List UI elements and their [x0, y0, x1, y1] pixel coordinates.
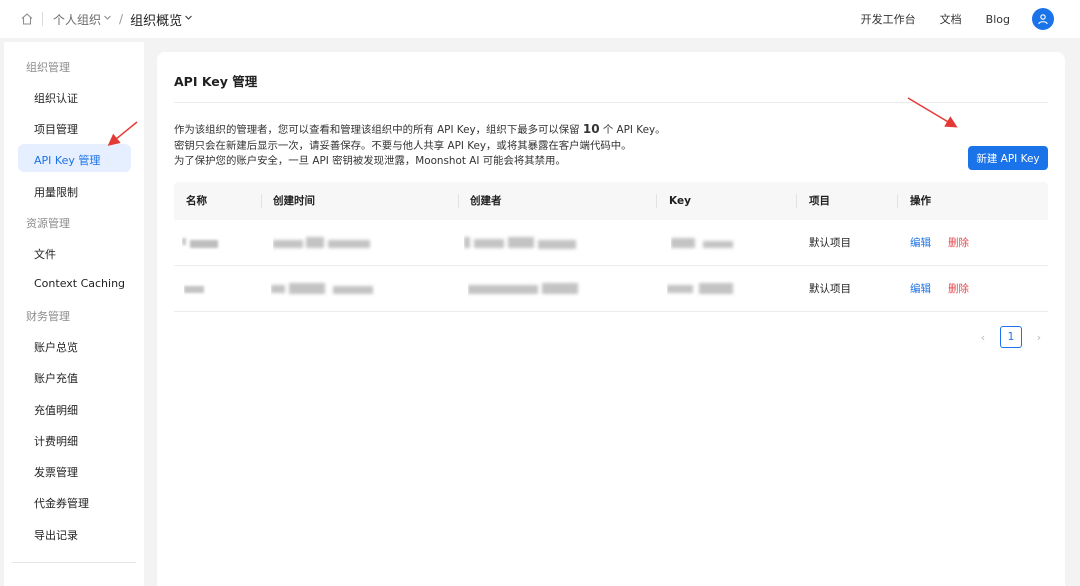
avatar[interactable] — [1032, 8, 1054, 30]
sidebar: 组织管理 组织认证 项目管理 API Key 管理 用量限制 资源管理 文件 C… — [4, 42, 144, 586]
column-header-creator: 创建者 — [470, 195, 502, 207]
sidebar-section-resources: 资源管理 — [26, 217, 70, 230]
column-header-actions: 操作 — [910, 195, 931, 207]
sidebar-item-projects[interactable]: 项目管理 — [34, 121, 78, 137]
column-header-name: 名称 — [186, 195, 207, 207]
sidebar-item-usage-limits[interactable]: 用量限制 — [34, 184, 78, 200]
table-header: 名称 创建时间 创建者 Key 项目 操作 — [174, 182, 1048, 220]
description-line-3: 为了保护您的账户安全，一旦 API 密钥被发现泄露，Moonshot AI 可能… — [174, 155, 566, 167]
redacted-creator — [468, 266, 583, 312]
table-row: 默认项目 编辑 删除 — [174, 220, 1048, 266]
column-divider — [897, 194, 898, 208]
title-divider — [174, 102, 1048, 103]
sidebar-item-context-caching[interactable]: Context Caching — [34, 277, 125, 290]
sidebar-section-finance: 财务管理 — [26, 310, 70, 323]
page-number-current[interactable]: 1 — [1000, 326, 1022, 348]
top-bar: 个人组织 / 组织概览 开发工作台 文档 Blog — [0, 0, 1080, 38]
description-line-2: 密钥只会在新建后显示一次，请妥善保存。不要与他人共享 API Key，或将其暴露… — [174, 139, 632, 152]
nav-link-console[interactable]: 开发工作台 — [861, 11, 916, 27]
sidebar-item-export-records[interactable]: 导出记录 — [34, 527, 78, 543]
breadcrumb-org-selector[interactable]: 个人组织 — [53, 11, 112, 28]
top-nav: 开发工作台 文档 Blog — [837, 0, 1054, 38]
sidebar-divider — [12, 562, 136, 563]
column-divider — [458, 194, 459, 208]
sidebar-item-recharge-details[interactable]: 充值明细 — [34, 402, 78, 418]
breadcrumb-page-selector[interactable]: 组织概览 — [130, 10, 193, 29]
chevron-down-icon — [103, 13, 112, 25]
new-api-key-button[interactable]: 新建 API Key — [968, 146, 1048, 170]
page-title: API Key 管理 — [174, 74, 258, 89]
breadcrumb-org-label: 个人组织 — [53, 12, 102, 27]
delete-link[interactable]: 删除 — [948, 266, 969, 312]
breadcrumb-divider — [42, 12, 43, 26]
breadcrumb-page-label: 组织概览 — [130, 13, 183, 29]
delete-link[interactable]: 删除 — [948, 220, 969, 266]
api-key-table: 名称 创建时间 创建者 Key 项目 操作 默认项目 编辑 删除 默认项目 编辑… — [174, 182, 1048, 312]
sidebar-item-recharge[interactable]: 账户充值 — [34, 370, 78, 386]
project-cell: 默认项目 — [809, 283, 851, 295]
home-icon[interactable] — [20, 12, 34, 26]
table-row: 默认项目 编辑 删除 — [174, 266, 1048, 312]
column-divider — [261, 194, 262, 208]
project-cell: 默认项目 — [809, 237, 851, 249]
description: 作为该组织的管理者，您可以查看和管理该组织中的所有 API Key，组织下最多可… — [174, 122, 666, 170]
sidebar-item-files[interactable]: 文件 — [34, 246, 56, 262]
redacted-key — [667, 266, 743, 312]
redacted-name — [182, 220, 222, 266]
breadcrumb-slash: / — [119, 12, 124, 26]
column-divider — [796, 194, 797, 208]
description-line-1: 作为该组织的管理者，您可以查看和管理该组织中的所有 API Key，组织下最多可… — [174, 122, 666, 136]
edit-link[interactable]: 编辑 — [910, 266, 931, 312]
sidebar-section-org: 组织管理 — [26, 61, 70, 74]
pagination: ‹ 1 › — [972, 326, 1050, 348]
sidebar-item-api-keys[interactable]: API Key 管理 — [34, 152, 100, 168]
redacted-key — [671, 220, 741, 266]
prev-page-button[interactable]: ‹ — [972, 331, 994, 344]
user-icon — [1038, 14, 1048, 25]
column-header-key: Key — [669, 195, 691, 207]
edit-link[interactable]: 编辑 — [910, 220, 931, 266]
sidebar-item-org-verification[interactable]: 组织认证 — [34, 90, 78, 106]
nav-link-blog[interactable]: Blog — [986, 13, 1010, 26]
main-panel: API Key 管理 作为该组织的管理者，您可以查看和管理该组织中的所有 API… — [157, 52, 1065, 586]
column-header-created-at: 创建时间 — [273, 195, 315, 207]
redacted-created-at — [273, 220, 373, 266]
breadcrumb: 个人组织 / 组织概览 — [20, 0, 193, 38]
sidebar-item-invoices[interactable]: 发票管理 — [34, 464, 78, 480]
redacted-created-at — [271, 266, 381, 312]
next-page-button[interactable]: › — [1028, 331, 1050, 344]
sidebar-item-account-overview[interactable]: 账户总览 — [34, 339, 78, 355]
redacted-name — [184, 266, 224, 312]
sidebar-item-billing-details[interactable]: 计费明细 — [34, 433, 78, 449]
max-keys-count: 10 — [582, 122, 600, 136]
sidebar-item-vouchers[interactable]: 代金券管理 — [34, 495, 89, 511]
redacted-creator — [464, 220, 579, 266]
chevron-down-icon — [184, 13, 193, 25]
nav-link-docs[interactable]: 文档 — [940, 11, 962, 27]
column-header-project: 项目 — [809, 195, 830, 207]
column-divider — [656, 194, 657, 208]
